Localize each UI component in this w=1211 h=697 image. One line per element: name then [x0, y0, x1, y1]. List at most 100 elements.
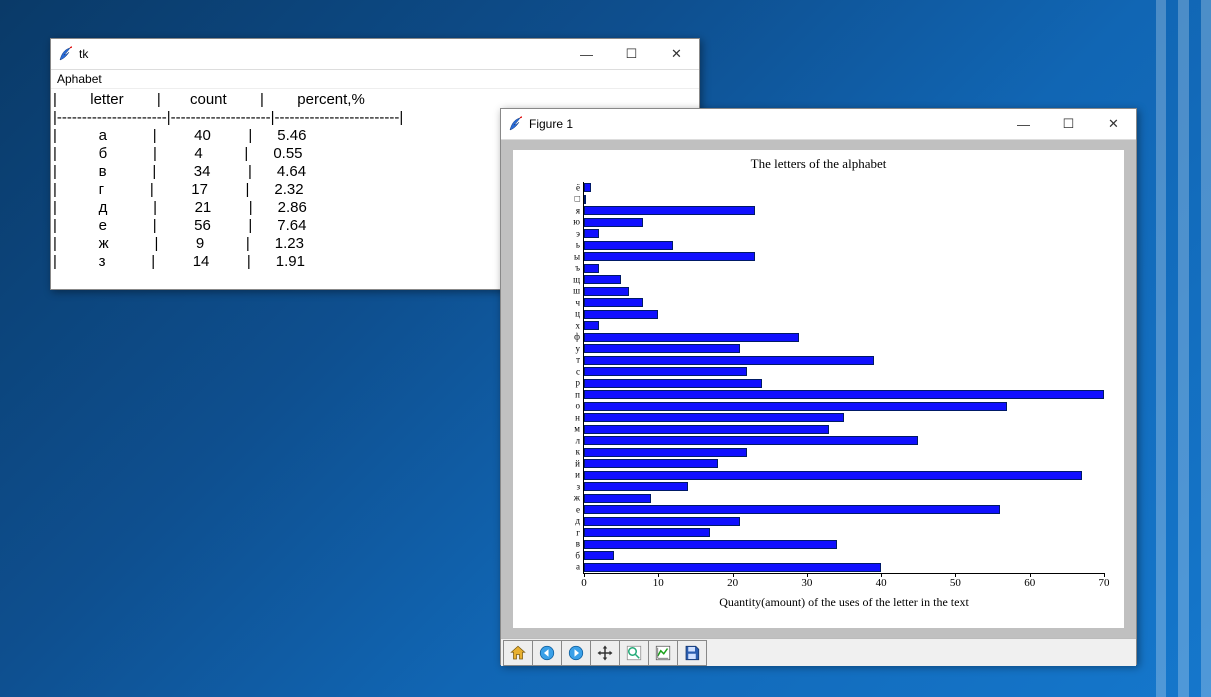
- chart-y-tick-label: с: [576, 367, 580, 376]
- chart-y-tick-label: ф: [574, 333, 580, 342]
- toolbar-save-button[interactable]: [677, 640, 707, 666]
- chart-xlabel: Quantity(amount) of the uses of the lett…: [584, 595, 1104, 610]
- figure-maximize-button[interactable]: ☐: [1046, 109, 1091, 139]
- tk-menu-alphabet[interactable]: Aphabet: [51, 70, 699, 89]
- chart-y-tick-label: н: [575, 413, 580, 422]
- chart-y-tick-label: м: [574, 425, 580, 434]
- chart-y-tick-label: б: [575, 551, 580, 560]
- chart-bar: [584, 344, 740, 353]
- chart-y-tick-label: г: [576, 528, 580, 537]
- chart-y-tick-label: э: [576, 229, 580, 238]
- chart-bar: [584, 298, 643, 307]
- chart-bar: [584, 310, 658, 319]
- figure-canvas-area: The letters of the alphabet Quantity(amo…: [501, 140, 1136, 638]
- chart-y-tick-label: й: [575, 459, 580, 468]
- chart-bar: [584, 459, 718, 468]
- chart-y-tick-label: у: [576, 344, 581, 353]
- chart-bar: [584, 229, 599, 238]
- chart-y-tick-label: ъ: [575, 264, 580, 273]
- tk-maximize-button[interactable]: ☐: [609, 39, 654, 69]
- chart-bar: [584, 505, 1000, 514]
- chart-y-tick-label: л: [576, 436, 581, 445]
- chart-bar: [584, 494, 651, 503]
- chart-bar: [584, 551, 614, 560]
- chart-y-tick-label: а: [576, 563, 580, 572]
- chart-y-tick-label: и: [575, 471, 580, 480]
- chart-bar: [584, 218, 643, 227]
- chart-x-tick-label: 70: [1099, 577, 1110, 589]
- chart-y-tick-label: ш: [573, 287, 580, 296]
- toolbar-zoom-button[interactable]: [619, 640, 649, 666]
- chart-y-tick-label: к: [576, 448, 580, 457]
- chart-y-tick-label: ю: [573, 218, 580, 227]
- chart-y-tick-label: ь: [576, 241, 580, 250]
- arrow-left-icon: [538, 644, 556, 662]
- figure-minimize-button[interactable]: —: [1001, 109, 1046, 139]
- chart-bar: [584, 528, 710, 537]
- arrow-right-icon: [567, 644, 585, 662]
- chart-bar: [584, 379, 762, 388]
- chart-axes: Quantity(amount) of the uses of the lett…: [583, 182, 1104, 574]
- wallpaper-stripes: [1156, 0, 1211, 697]
- toolbar-pan-button[interactable]: [590, 640, 620, 666]
- figure-titlebar[interactable]: Figure 1 — ☐ ✕: [501, 109, 1136, 140]
- chart-bar: [584, 241, 673, 250]
- matplotlib-toolbar: [501, 638, 1136, 666]
- chart-bar: [584, 482, 688, 491]
- chart-bar: [584, 413, 844, 422]
- plot-background: The letters of the alphabet Quantity(amo…: [513, 150, 1124, 628]
- chart-y-tick-label: е: [576, 505, 580, 514]
- chart-bar: [584, 563, 881, 572]
- chart-bar: [584, 321, 599, 330]
- chart-x-tick-label: 60: [1024, 577, 1035, 589]
- chart-bar: [584, 287, 629, 296]
- chart-y-tick-label: я: [576, 206, 580, 215]
- subplots-icon: [654, 644, 672, 662]
- chart-x-tick-label: 0: [581, 577, 587, 589]
- desktop: tk — ☐ ✕ Aphabet | letter | count | perc…: [0, 0, 1211, 697]
- chart-bar: [584, 275, 621, 284]
- chart-bar: [584, 540, 837, 549]
- save-icon: [683, 644, 701, 662]
- chart-y-tick-label: □: [575, 195, 580, 204]
- chart-y-tick-label: п: [575, 390, 580, 399]
- home-icon: [509, 644, 527, 662]
- chart-y-tick-label: о: [576, 402, 581, 411]
- chart-bar: [584, 436, 918, 445]
- chart-bar: [584, 206, 755, 215]
- chart-x-tick-label: 50: [950, 577, 961, 589]
- chart-y-tick-label: д: [575, 517, 580, 526]
- chart-y-tick-label: з: [576, 482, 580, 491]
- tk-feather-icon: [57, 46, 73, 62]
- chart-bar: [584, 425, 829, 434]
- chart-bar: [584, 252, 755, 261]
- chart-bar: [584, 264, 599, 273]
- chart-y-tick-label: ц: [575, 310, 580, 319]
- chart-x-tick-label: 20: [727, 577, 738, 589]
- chart-x-tick-label: 10: [653, 577, 664, 589]
- move-icon: [596, 644, 614, 662]
- toolbar-home-button[interactable]: [503, 640, 533, 666]
- chart-bar: [584, 402, 1007, 411]
- chart-y-tick-label: ё: [576, 183, 580, 192]
- chart-bar: [584, 195, 586, 204]
- chart-bar: [584, 183, 591, 192]
- chart-bar: [584, 333, 799, 342]
- chart-title: The letters of the alphabet: [513, 150, 1124, 172]
- figure-window: Figure 1 — ☐ ✕ The letters of the alphab…: [500, 108, 1137, 665]
- toolbar-subplots-button[interactable]: [648, 640, 678, 666]
- toolbar-back-button[interactable]: [532, 640, 562, 666]
- chart-y-tick-label: щ: [573, 275, 580, 284]
- figure-close-button[interactable]: ✕: [1091, 109, 1136, 139]
- tk-close-button[interactable]: ✕: [654, 39, 699, 69]
- tk-titlebar[interactable]: tk — ☐ ✕: [51, 39, 699, 70]
- toolbar-forward-button[interactable]: [561, 640, 591, 666]
- chart-y-tick-label: х: [576, 321, 581, 330]
- tk-minimize-button[interactable]: —: [564, 39, 609, 69]
- chart-bar: [584, 448, 747, 457]
- chart-y-tick-label: ч: [575, 298, 580, 307]
- chart-y-tick-label: ы: [574, 252, 580, 261]
- zoom-icon: [625, 644, 643, 662]
- chart-bar: [584, 356, 874, 365]
- chart-x-tick-label: 30: [801, 577, 812, 589]
